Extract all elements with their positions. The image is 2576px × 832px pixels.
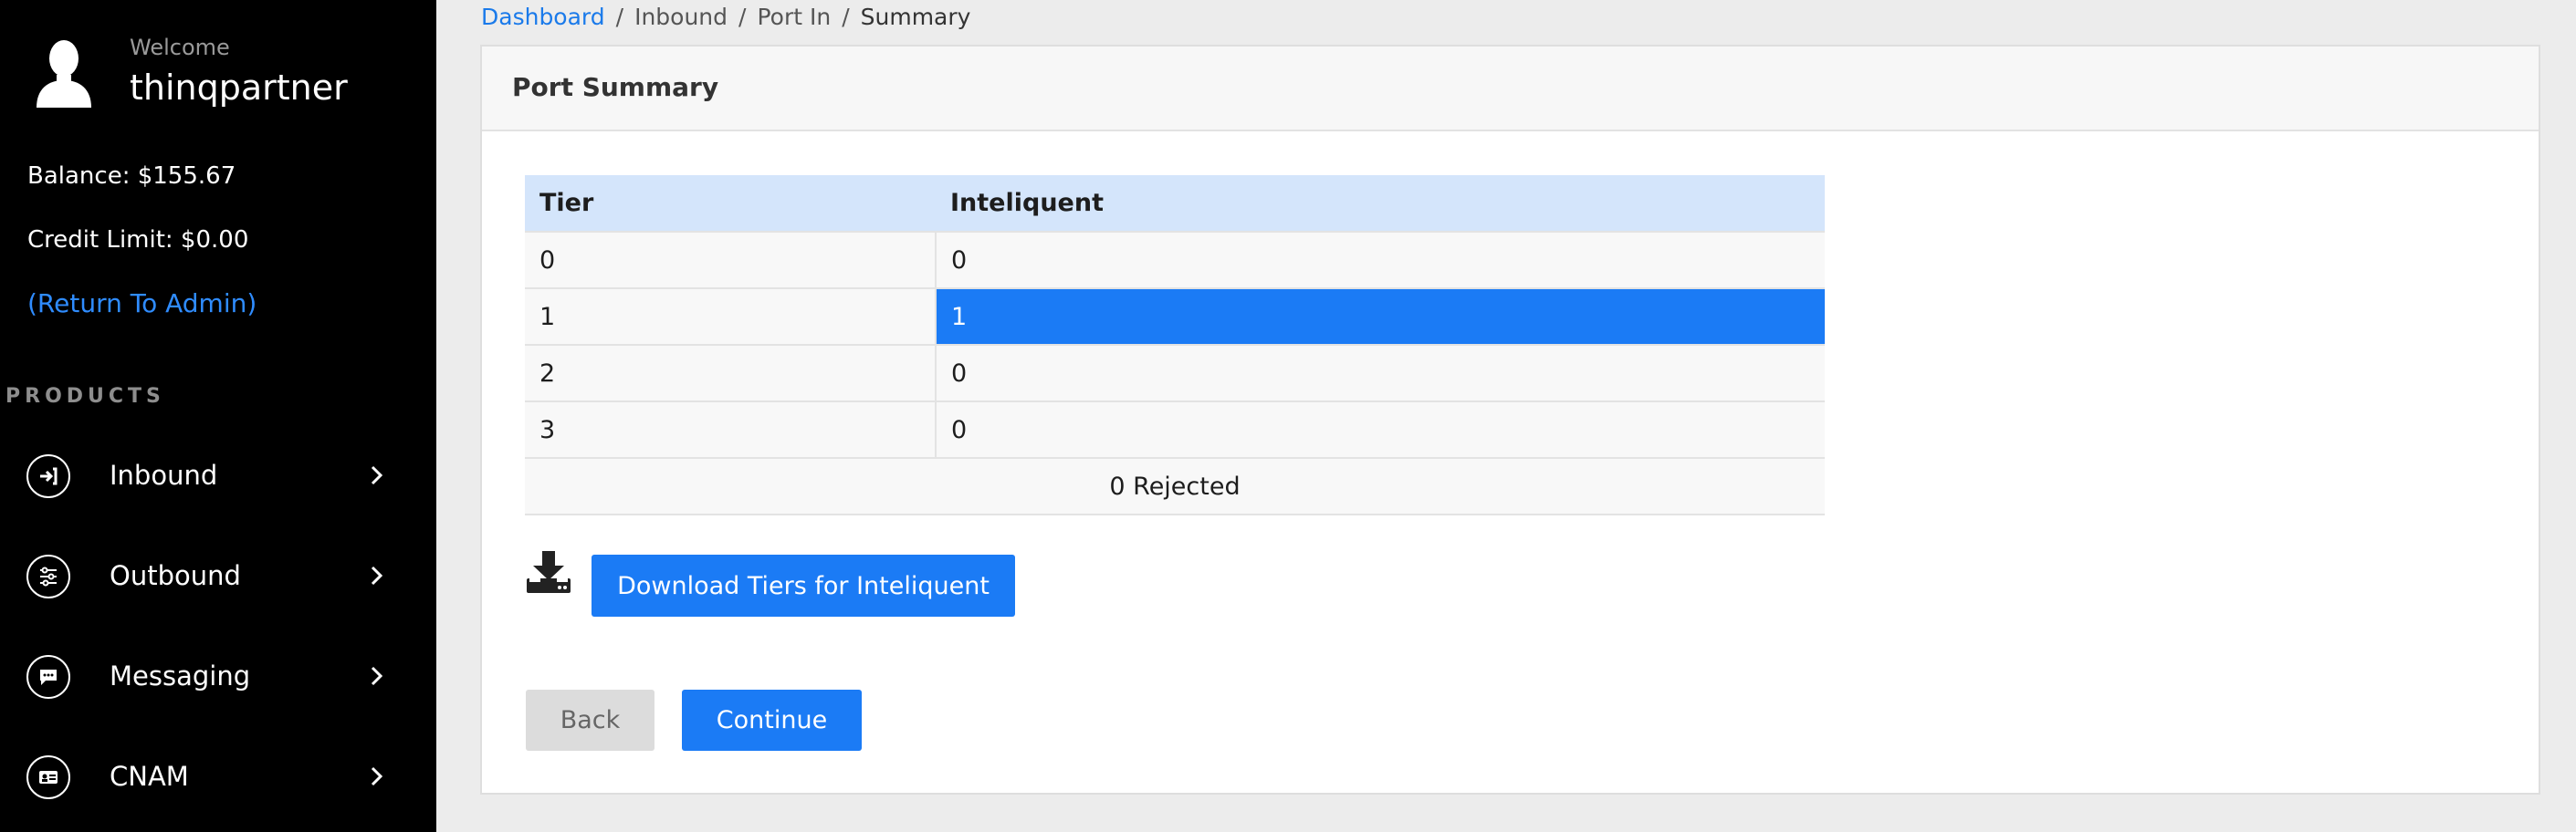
outbound-icon [26,555,70,598]
column-header-inteliquent: Inteliquent [936,175,1825,232]
cnam-icon [26,755,70,799]
rejected-count: 0 Rejected [525,457,1825,515]
sidebar-item-outbound[interactable]: Outbound [0,535,436,617]
table-cell: 0 [525,231,937,288]
credit-limit-text: Credit Limit: $0.00 [27,226,249,254]
page-title: Port Summary [512,72,719,102]
card-header: Port Summary [482,47,2539,131]
chevron-right-icon [371,465,383,485]
welcome-text: Welcome [130,35,230,60]
table-header-row: Tier Inteliquent [525,175,1825,232]
breadcrumb-dashboard[interactable]: Dashboard [481,4,605,30]
chevron-right-icon [371,766,383,786]
breadcrumb-port-in: Port In [757,4,832,30]
table-row: 3 0 [525,400,1825,458]
table-cell[interactable]: 0 [936,231,1825,288]
chevron-right-icon [371,666,383,686]
download-icon[interactable] [526,551,571,595]
back-button[interactable]: Back [526,690,654,751]
sidebar-item-label: Messaging [110,660,251,692]
breadcrumb: Dashboard / Inbound / Port In / Summary [481,4,970,30]
table-row: 0 0 [525,231,1825,288]
sidebar-item-messaging[interactable]: Messaging [0,635,436,717]
products-heading: PRODUCTS [5,385,165,408]
avatar [33,38,95,109]
table-footer-row: 0 Rejected [525,457,1825,515]
table-row: 1 1 [525,287,1825,345]
tier-table: Tier Inteliquent 0 0 1 1 2 0 3 0 0 Rejec… [525,175,1825,515]
sidebar-item-cnam[interactable]: CNAM [0,735,436,817]
sidebar: Welcome thinqpartner Balance: $155.67 Cr… [0,0,436,832]
balance-text: Balance: $155.67 [27,162,236,190]
table-cell: 3 [525,400,937,458]
sidebar-item-label: CNAM [110,761,189,792]
breadcrumb-separator: / [842,4,850,30]
breadcrumb-separator: / [615,4,624,30]
column-header-tier: Tier [525,175,936,232]
sidebar-item-inbound[interactable]: Inbound [0,434,436,516]
table-cell[interactable]: 0 [936,400,1825,458]
breadcrumb-separator: / [738,4,747,30]
continue-button[interactable]: Continue [682,690,862,751]
breadcrumb-inbound: Inbound [634,4,728,30]
table-row: 2 0 [525,344,1825,401]
table-cell: 2 [525,344,937,401]
inbound-icon [26,454,70,498]
username: thinqpartner [130,68,348,108]
chevron-right-icon [371,566,383,586]
return-to-admin-link[interactable]: (Return To Admin) [27,288,257,318]
sidebar-item-label: Outbound [110,560,241,591]
messaging-icon [26,655,70,699]
sidebar-item-label: Inbound [110,460,218,491]
table-cell[interactable]: 0 [936,344,1825,401]
table-cell-selected[interactable]: 1 [936,287,1825,345]
table-cell: 1 [525,287,937,345]
download-tiers-button[interactable]: Download Tiers for Inteliquent [592,555,1015,617]
breadcrumb-summary: Summary [860,4,971,30]
